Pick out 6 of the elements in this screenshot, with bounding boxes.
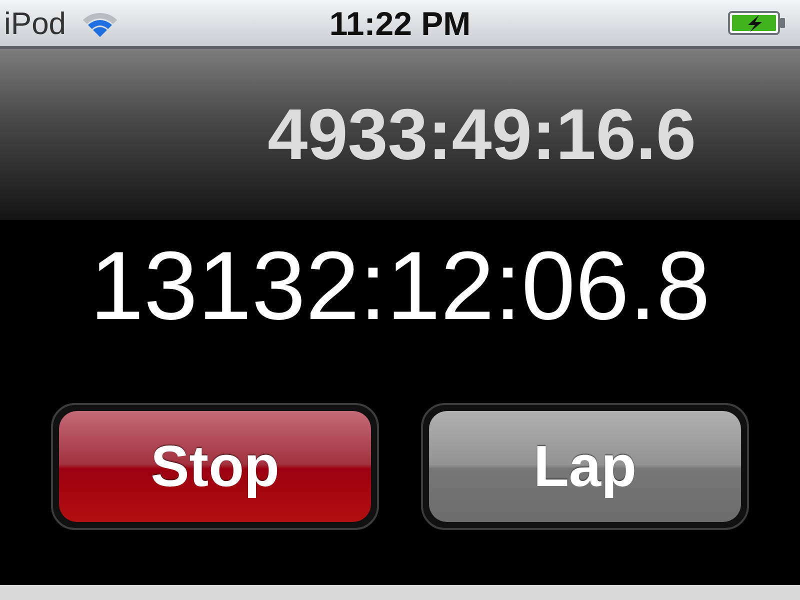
- stop-button[interactable]: Stop: [59, 411, 371, 522]
- lap-time: 4933:49:16.6: [268, 98, 696, 170]
- carrier-name: iPod: [4, 8, 66, 38]
- elapsed-time: 13132:12:06.8: [90, 236, 710, 334]
- lap-button[interactable]: Lap: [429, 411, 741, 522]
- clock-time: 11:22 PM: [329, 6, 471, 40]
